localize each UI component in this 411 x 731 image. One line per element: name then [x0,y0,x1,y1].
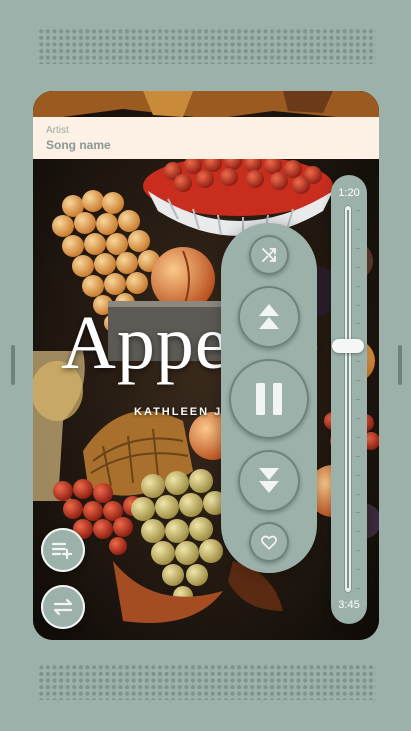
side-key-right [398,345,402,385]
player-screen: Artist Song name Appee KATHLEEN J [33,91,379,640]
seek-tick [356,588,360,589]
side-key-left [11,345,15,385]
seek-tick [356,266,360,268]
seek-tick [356,455,360,457]
shuffle-button[interactable] [249,235,289,275]
seek-thumb[interactable] [332,339,364,354]
seek-tick [356,247,360,249]
now-playing-bar[interactable]: Artist Song name [33,117,379,159]
album-cover-artist: KATHLEEN J [134,406,223,418]
shuffle-icon [262,248,276,262]
play-pause-button[interactable] [229,359,309,439]
seek-tick [356,399,360,400]
seek-tick [356,417,360,419]
seek-tick [356,531,360,533]
total-time: 3:45 [338,599,360,611]
skip-next-icon [259,468,279,493]
previous-button[interactable] [238,286,300,348]
album-cover-title-text: Appe [61,301,230,385]
speaker-grille-bottom [38,664,376,700]
seek-tick [356,228,360,230]
add-to-queue-button[interactable] [41,528,85,572]
seek-tick [356,474,360,476]
next-button[interactable] [238,450,300,512]
seek-tick [356,361,360,363]
speaker-grille-top [38,28,376,64]
seek-tick [356,493,360,495]
seek-tick [356,285,360,287]
current-time: 1:20 [338,187,360,199]
song-name-label: Song name [46,138,111,152]
seek-tick [356,304,360,306]
pause-icon [256,383,282,415]
seek-bar[interactable]: 1:20 3:45 [331,175,367,624]
playback-controls [221,223,317,573]
seek-tick [356,512,360,514]
seek-tick [356,550,360,552]
album-cover-title: Appee [61,305,320,381]
swap-button[interactable] [41,585,85,629]
seek-track-line [347,210,349,588]
seek-tick [356,380,360,382]
seek-tick [356,569,360,571]
swap-horizontal-icon [53,598,73,616]
seek-tick [356,210,360,211]
favorite-button[interactable] [249,522,289,562]
seek-tick [356,323,360,325]
seek-tick [356,436,360,438]
skip-previous-icon [259,304,279,329]
artist-label: Artist [46,125,69,136]
playlist-add-icon [52,542,73,559]
heart-outline-icon [261,535,277,550]
